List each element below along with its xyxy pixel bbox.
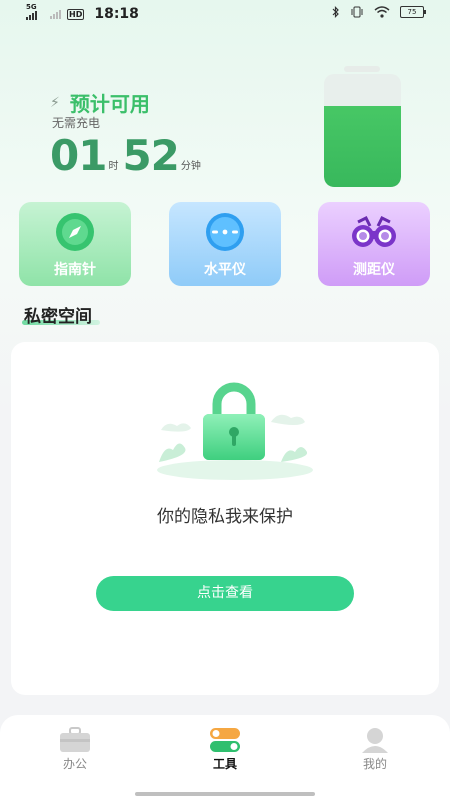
home-indicator bbox=[135, 792, 315, 796]
nav-label-tools: 工具 bbox=[212, 757, 237, 771]
battery-subtitle: 无需充电 bbox=[52, 116, 101, 130]
nav-item-tools[interactable]: 工具 bbox=[180, 727, 270, 772]
hours-value: 01 bbox=[50, 131, 107, 180]
level-icon bbox=[206, 213, 244, 251]
section-title: 私密空间 bbox=[24, 307, 92, 327]
briefcase-icon bbox=[60, 727, 90, 752]
battery-title: 预计可用 bbox=[69, 92, 150, 116]
padlock-illustration-icon bbox=[157, 382, 313, 480]
nav-label-mine: 我的 bbox=[362, 757, 387, 771]
status-right: 75 bbox=[332, 6, 426, 18]
tool-level-button[interactable]: 水平仪 bbox=[169, 202, 281, 286]
view-button[interactable]: 点击查看 bbox=[96, 576, 354, 611]
nav-label-office: 办公 bbox=[62, 757, 87, 771]
private-space-card: 你的隐私我来保护 点击查看 bbox=[11, 342, 439, 695]
minutes-unit: 分钟 bbox=[180, 161, 201, 172]
clock: 18:18 bbox=[94, 6, 139, 22]
tool-compass-button[interactable]: 指南针 bbox=[19, 202, 131, 286]
tool-rangefinder-button[interactable]: 测距仪 bbox=[318, 202, 430, 286]
binoculars-icon bbox=[352, 215, 396, 247]
toggle-tools-icon bbox=[210, 728, 240, 752]
privacy-message: 你的隐私我来保护 bbox=[157, 507, 293, 527]
lightning-icon: ⚡ bbox=[50, 94, 60, 111]
tool-compass-label: 指南针 bbox=[54, 262, 96, 278]
cell-signal-icon: 5G bbox=[26, 3, 44, 20]
user-icon bbox=[362, 728, 388, 753]
tool-rangefinder-label: 测距仪 bbox=[353, 262, 395, 278]
vibrate-icon bbox=[351, 6, 363, 18]
battery-graphic-fill bbox=[324, 105, 401, 187]
nav-item-mine[interactable]: 我的 bbox=[330, 727, 420, 772]
compass-icon bbox=[56, 213, 94, 251]
remaining-time: 01 时 52 分钟 bbox=[50, 134, 205, 178]
tool-level-label: 水平仪 bbox=[204, 262, 246, 278]
minutes-value: 52 bbox=[122, 131, 179, 180]
nav-item-office[interactable]: 办公 bbox=[30, 727, 120, 772]
battery-status-icon: 75 bbox=[400, 6, 426, 18]
bottom-nav: 办公 工具 我的 bbox=[0, 715, 450, 800]
battery-header: ⚡ 预计可用 bbox=[50, 88, 150, 117]
status-bar: 5G HD 18:18 75 bbox=[0, 0, 450, 28]
battery-graphic bbox=[324, 74, 401, 187]
hd-badge: HD bbox=[67, 8, 85, 20]
status-left: 5G HD 18:18 bbox=[26, 3, 139, 22]
cell-signal-2-icon bbox=[50, 9, 61, 19]
battery-graphic-cap bbox=[344, 66, 380, 72]
bluetooth-icon bbox=[332, 6, 339, 18]
wifi-icon bbox=[374, 6, 390, 18]
hours-unit: 时 bbox=[108, 161, 119, 172]
